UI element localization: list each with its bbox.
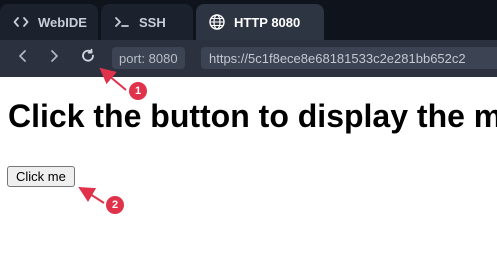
annotation-badge-2: 2 [106,196,124,214]
tab-ssh-label: SSH [139,14,166,30]
forward-button[interactable] [45,49,63,67]
annotation-badge-1: 1 [129,82,147,100]
port-indicator: port: 8080 [112,47,185,69]
tab-bar: WebIDE SSH HTTP 8080 [0,0,497,40]
globe-icon [208,13,226,31]
back-button[interactable] [14,49,32,67]
chevron-right-icon [45,47,63,70]
url-field[interactable]: https://5c1f8ece8e68181533c2e281bb652c2 [201,47,497,69]
tab-http-label: HTTP 8080 [234,14,301,30]
tab-webide-label: WebIDE [38,14,87,30]
code-icon [12,13,30,31]
reload-button[interactable] [79,47,97,70]
reload-icon [79,47,97,70]
page-content: Click the button to display the m Click … [0,77,497,253]
tab-ssh[interactable]: SSH [101,4,193,40]
tab-http-8080[interactable]: HTTP 8080 [196,4,324,40]
tab-webide[interactable]: WebIDE [0,4,98,40]
chevron-left-icon [14,47,32,70]
browser-frame: WebIDE SSH HTTP 8080 port: 8080 https://… [0,0,497,253]
click-me-button[interactable]: Click me [7,166,75,187]
page-heading: Click the button to display the m [8,98,497,134]
terminal-icon [113,13,131,31]
address-bar: port: 8080 https://5c1f8ece8e68181533c2e… [0,40,497,77]
